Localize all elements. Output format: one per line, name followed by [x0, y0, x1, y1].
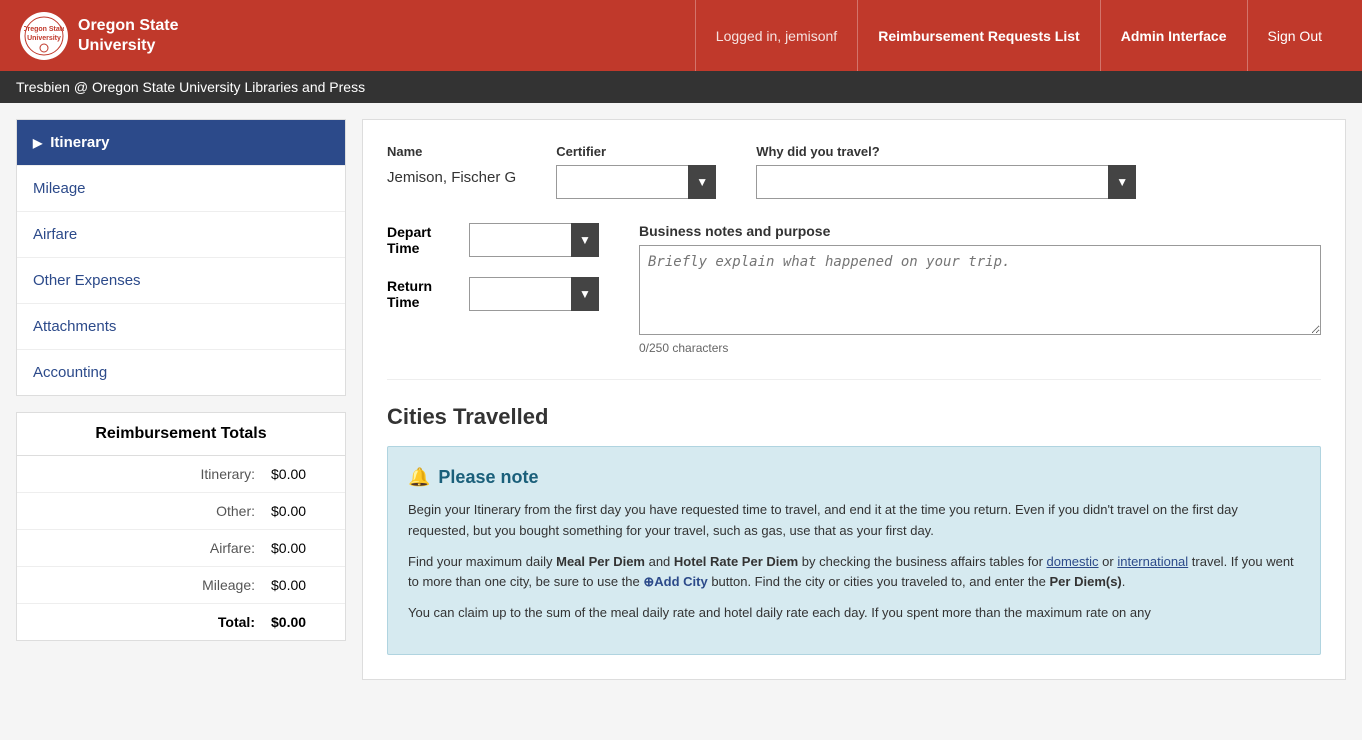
sidebar-item-airfare[interactable]: Airfare [17, 212, 345, 258]
totals-title: Reimbursement Totals [17, 413, 345, 456]
business-notes-section: Business notes and purpose 0/250 charact… [639, 223, 1321, 355]
totals-airfare-value: $0.00 [255, 540, 325, 556]
return-time-select[interactable] [469, 277, 599, 311]
name-value: Jemison, Fischer G [387, 165, 516, 190]
char-count: 0/250 characters [639, 341, 1321, 355]
sidebar-item-itinerary-label: Itinerary [50, 134, 109, 151]
name-label: Name [387, 144, 516, 159]
business-notes-label: Business notes and purpose [639, 223, 1321, 239]
sidebar-item-accounting[interactable]: Accounting [17, 350, 345, 395]
sidebar-item-other-expenses[interactable]: Other Expenses [17, 258, 345, 304]
totals-other-label: Other: [37, 503, 255, 519]
per-diem-text: Per Diem(s) [1050, 574, 1122, 589]
domestic-link[interactable]: domestic [1047, 554, 1099, 569]
sub-header-text: Tresbien @ Oregon State University Libra… [16, 79, 365, 95]
header: Oregon State University Oregon State Uni… [0, 0, 1362, 71]
sidebar-item-itinerary[interactable]: ▶ Itinerary [17, 120, 345, 166]
totals-other-value: $0.00 [255, 503, 325, 519]
why-travel-group: Why did you travel? ▼ [756, 144, 1136, 199]
name-group: Name Jemison, Fischer G [387, 144, 516, 199]
depart-return-section: DepartTime ▼ ReturnTime ▼ [387, 223, 599, 355]
meal-per-diem-text: Meal Per Diem [556, 554, 645, 569]
note-paragraph-2: Find your maximum daily Meal Per Diem an… [408, 552, 1300, 594]
note-title-text: Please note [438, 467, 538, 488]
depart-label: DepartTime [387, 224, 457, 256]
add-city-link[interactable]: ⊕Add City [643, 574, 707, 589]
sub-header: Tresbien @ Oregon State University Libra… [0, 71, 1362, 103]
note-paragraph-3: You can claim up to the sum of the meal … [408, 603, 1300, 624]
main-content: Name Jemison, Fischer G Certifier ▼ Why … [362, 119, 1346, 680]
totals-itinerary-label: Itinerary: [37, 466, 255, 482]
bell-icon: 🔔 [408, 467, 430, 488]
form-section: Name Jemison, Fischer G Certifier ▼ Why … [387, 144, 1321, 199]
why-travel-select-wrapper: ▼ [756, 165, 1136, 199]
depart-notes-section: DepartTime ▼ ReturnTime ▼ [387, 223, 1321, 380]
international-link[interactable]: international [1117, 554, 1188, 569]
logged-in-text: Logged in, jemisonf [695, 0, 857, 71]
hotel-rate-text: Hotel Rate Per Diem [674, 554, 798, 569]
svg-text:University: University [27, 35, 61, 42]
svg-text:Oregon State: Oregon State [24, 26, 64, 33]
certifier-group: Certifier ▼ [556, 144, 716, 199]
why-travel-select[interactable] [756, 165, 1136, 199]
logo-icon: Oregon State University [20, 12, 68, 60]
arrow-icon: ▶ [33, 136, 42, 150]
main-layout: ▶ Itinerary Mileage Airfare Other Expens… [0, 103, 1362, 696]
sidebar-item-attachments[interactable]: Attachments [17, 304, 345, 350]
cities-travelled-title: Cities Travelled [387, 404, 1321, 430]
totals-row-airfare: Airfare: $0.00 [17, 530, 345, 567]
certifier-label: Certifier [556, 144, 716, 159]
logo-text: Oregon State University [78, 16, 178, 54]
sidebar-item-mileage[interactable]: Mileage [17, 166, 345, 212]
totals-row-total: Total: $0.00 [17, 604, 345, 640]
return-label: ReturnTime [387, 278, 457, 310]
sidebar-nav: ▶ Itinerary Mileage Airfare Other Expens… [16, 119, 346, 396]
business-notes-textarea[interactable] [639, 245, 1321, 335]
totals-row-other: Other: $0.00 [17, 493, 345, 530]
totals-itinerary-value: $0.00 [255, 466, 325, 482]
reimbursement-totals-box: Reimbursement Totals Itinerary: $0.00 Ot… [16, 412, 346, 641]
totals-mileage-label: Mileage: [37, 577, 255, 593]
totals-mileage-value: $0.00 [255, 577, 325, 593]
admin-interface-link[interactable]: Admin Interface [1100, 0, 1247, 71]
note-paragraph-1: Begin your Itinerary from the first day … [408, 500, 1300, 542]
certifier-select-wrapper: ▼ [556, 165, 716, 199]
return-row: ReturnTime ▼ [387, 277, 599, 311]
totals-total-value: $0.00 [255, 614, 325, 630]
note-title: 🔔 Please note [408, 467, 1300, 488]
please-note-box: 🔔 Please note Begin your Itinerary from … [387, 446, 1321, 655]
logo-area: Oregon State University Oregon State Uni… [20, 12, 695, 60]
return-select-wrapper: ▼ [469, 277, 599, 311]
why-travel-label: Why did you travel? [756, 144, 1136, 159]
depart-time-select[interactable] [469, 223, 599, 257]
header-nav: Logged in, jemisonf Reimbursement Reques… [695, 0, 1342, 71]
sign-out-link[interactable]: Sign Out [1247, 0, 1342, 71]
totals-row-itinerary: Itinerary: $0.00 [17, 456, 345, 493]
plus-icon: ⊕ [643, 574, 654, 589]
depart-row: DepartTime ▼ [387, 223, 599, 257]
reimbursement-requests-link[interactable]: Reimbursement Requests List [857, 0, 1100, 71]
totals-airfare-label: Airfare: [37, 540, 255, 556]
certifier-select[interactable] [556, 165, 716, 199]
depart-select-wrapper: ▼ [469, 223, 599, 257]
totals-row-mileage: Mileage: $0.00 [17, 567, 345, 604]
totals-total-label: Total: [37, 614, 255, 630]
sidebar: ▶ Itinerary Mileage Airfare Other Expens… [16, 119, 346, 641]
